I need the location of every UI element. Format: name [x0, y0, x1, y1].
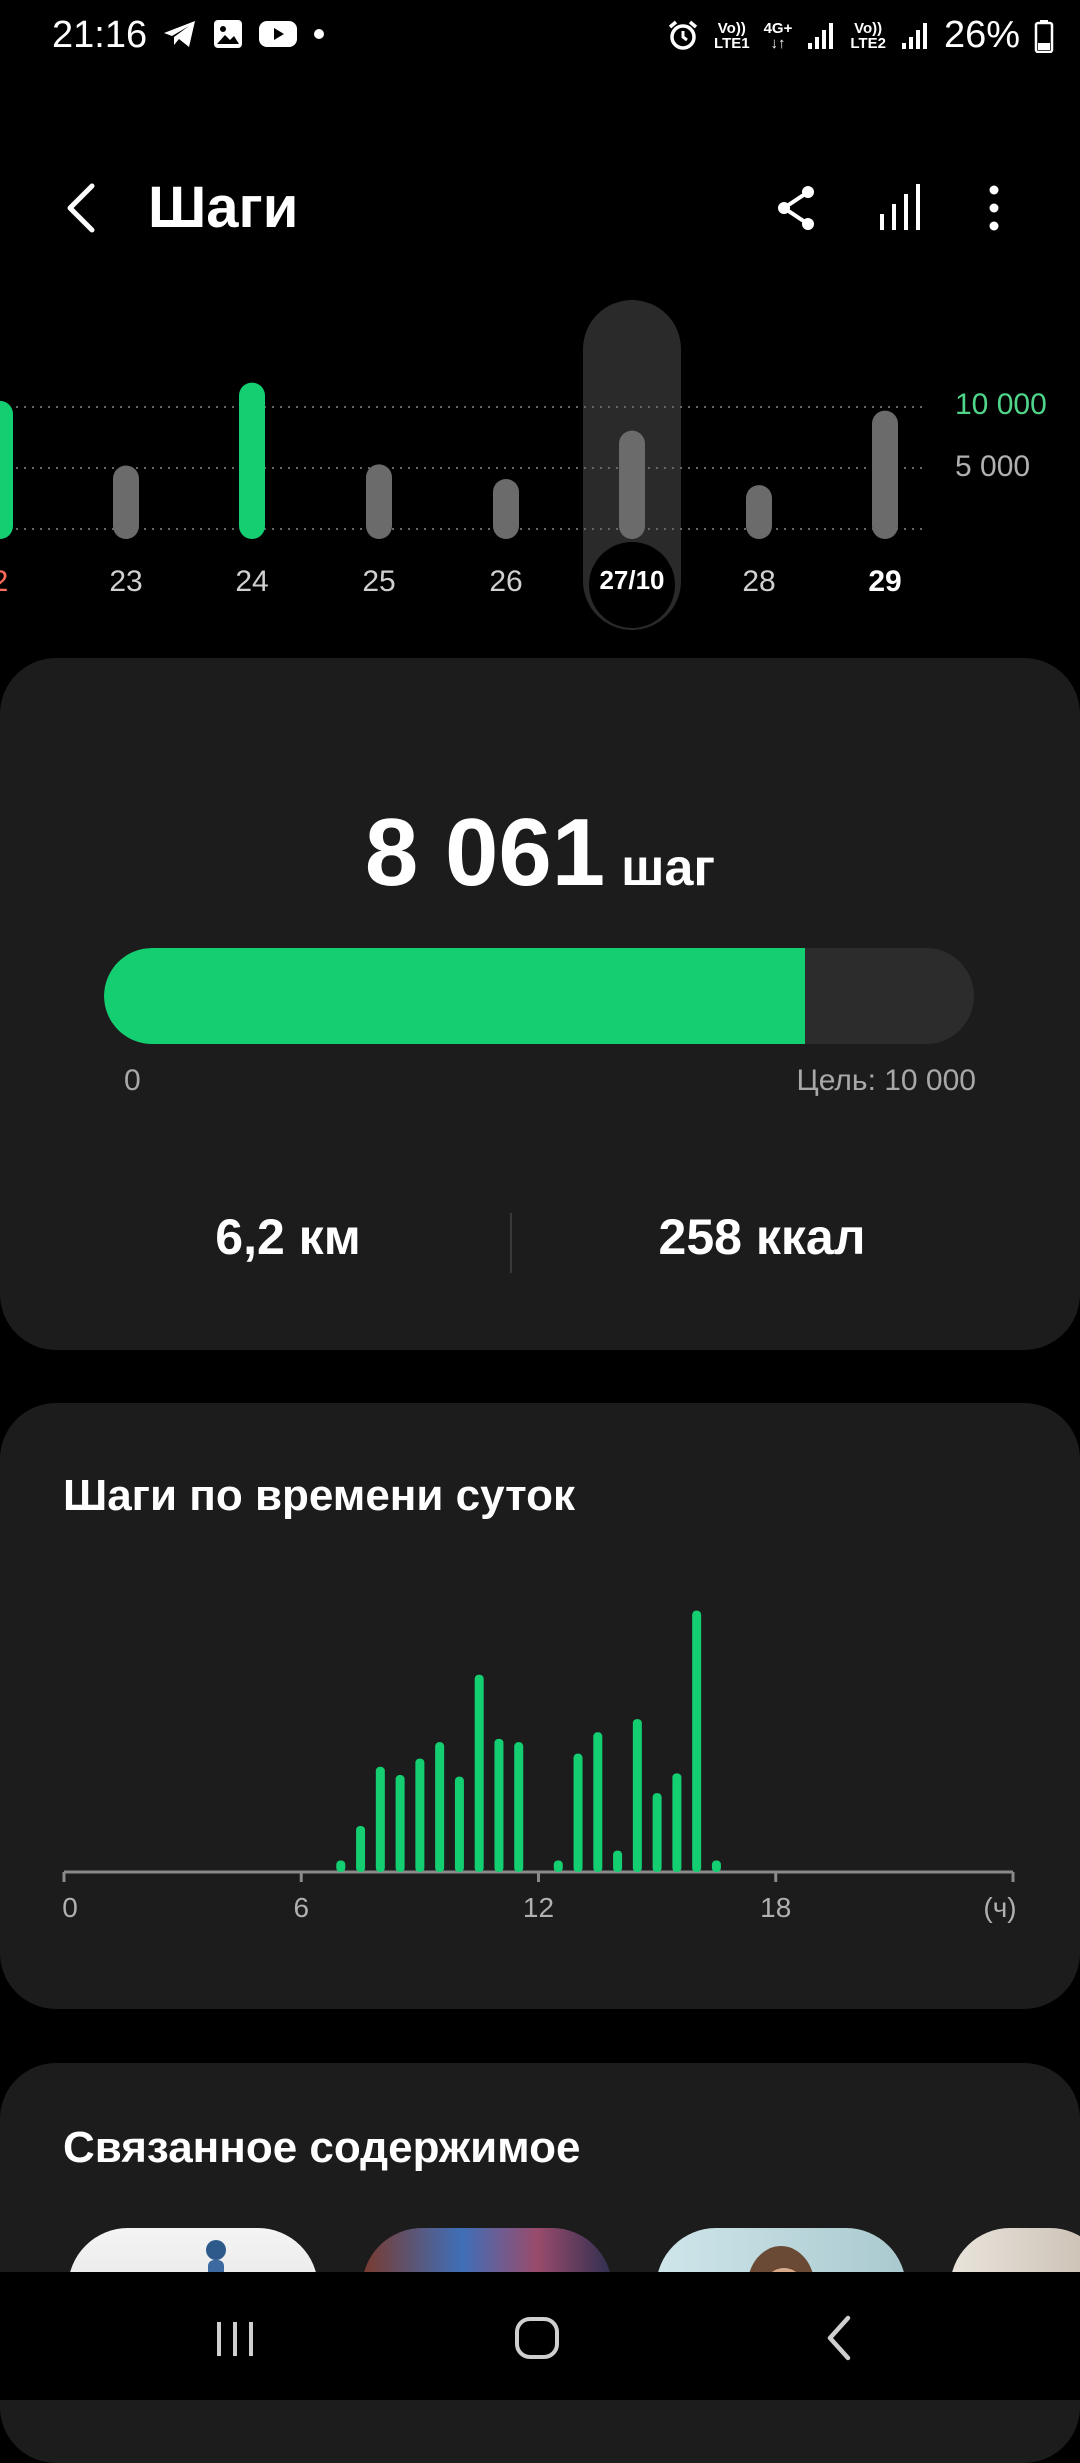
system-navigation-bar — [0, 2272, 1080, 2400]
day-label[interactable]: 2 — [0, 565, 40, 599]
steps-progress-bar — [104, 948, 974, 1044]
steps-summary-card: 8 061 шаг 0 Цель: 10 000 6,2 км 258 ккал — [0, 658, 1080, 1350]
hourly-bar — [375, 1766, 385, 1872]
day-bar[interactable] — [239, 382, 265, 539]
hourly-bar — [514, 1742, 524, 1872]
hourly-x-tick-label: 0 — [62, 1892, 78, 1923]
steps-unit: шаг — [621, 839, 716, 897]
app-header: Шаги — [0, 150, 1080, 270]
hourly-x-tick-label: (ч) — [983, 1892, 1016, 1923]
day-bar[interactable] — [493, 478, 519, 539]
day-label[interactable]: 26 — [466, 565, 546, 599]
status-notifications — [162, 18, 326, 50]
goal-line-label: 10 000 — [955, 388, 1047, 421]
sim2-indicator: Vo)) LTE2 — [850, 19, 886, 52]
hourly-bar — [494, 1738, 504, 1872]
hourly-bar — [613, 1850, 623, 1872]
signal-icon — [808, 22, 834, 49]
day-label[interactable]: 28 — [719, 565, 799, 599]
mid-line-label: 5 000 — [955, 450, 1031, 483]
dot-icon — [314, 29, 324, 39]
signal-icon — [901, 22, 927, 49]
network-indicator: 4G+ ↓↑ — [763, 19, 793, 52]
home-icon[interactable] — [497, 2302, 577, 2372]
battery-icon — [1034, 19, 1054, 53]
hourly-bar — [454, 1776, 464, 1872]
hourly-bar — [336, 1860, 346, 1872]
gallery-icon — [214, 20, 242, 48]
related-section-title: Связанное содержимое — [63, 2123, 581, 2172]
day-label[interactable]: 27/10 — [592, 565, 672, 596]
sim1-indicator: Vo)) LTE1 — [714, 19, 750, 52]
status-time: 21:16 — [52, 14, 148, 56]
day-bar[interactable] — [872, 410, 898, 539]
calories-value: 258 ккал — [658, 1209, 866, 1265]
bar-chart-icon[interactable] — [870, 178, 930, 238]
hourly-bar — [553, 1860, 563, 1872]
progress-goal-label: Цель: 10 000 — [796, 1064, 976, 1097]
page-title: Шаги — [148, 175, 299, 240]
stats-divider — [510, 1213, 512, 1273]
steps-count: 8 061 — [364, 799, 606, 906]
hourly-bar — [711, 1860, 721, 1872]
day-label[interactable]: 25 — [339, 565, 419, 599]
status-bar: 21:16 Vo)) LTE1 4G+ ↓↑ Vo)) LTE2 26% — [0, 0, 1080, 80]
hourly-bar — [356, 1825, 366, 1872]
day-bar[interactable] — [113, 465, 139, 539]
day-bar[interactable] — [0, 400, 13, 539]
youtube-icon — [259, 21, 297, 47]
day-label[interactable]: 23 — [86, 565, 166, 599]
hourly-bar — [395, 1775, 405, 1872]
hourly-bar — [573, 1753, 583, 1872]
alarm-icon — [668, 20, 698, 50]
hourly-steps-chart: 0 6 12 18 (ч) — [62, 1610, 1017, 1923]
steps-progress-fill — [104, 948, 806, 1044]
hourly-bar — [652, 1793, 662, 1872]
hourly-bar — [672, 1773, 682, 1872]
day-label[interactable]: 29 — [845, 565, 925, 599]
hourly-x-tick-label: 6 — [293, 1892, 309, 1923]
hourly-bar — [474, 1674, 484, 1872]
day-bar[interactable] — [746, 485, 772, 539]
hourly-bar — [632, 1719, 642, 1872]
back-arrow-icon[interactable] — [54, 178, 114, 238]
day-bar[interactable] — [619, 430, 645, 539]
hourly-bar — [435, 1742, 445, 1872]
telegram-icon — [164, 21, 195, 47]
day-label[interactable]: 24 — [212, 565, 292, 599]
hourly-x-tick-label: 12 — [523, 1892, 554, 1923]
share-icon[interactable] — [766, 178, 826, 238]
more-vert-icon[interactable] — [964, 178, 1024, 238]
hourly-steps-card[interactable]: Шаги по времени суток 0 6 12 18 (ч) — [0, 1403, 1080, 2009]
weekly-steps-chart[interactable]: 10 000 5 000 2 23 24 25 26 27/10 28 29 — [0, 295, 1080, 635]
hourly-x-tick-label: 18 — [760, 1892, 791, 1923]
hourly-bar — [593, 1732, 603, 1872]
battery-percent: 26% — [943, 14, 1020, 56]
day-bar[interactable] — [366, 464, 392, 539]
distance-value: 6,2 км — [215, 1209, 361, 1265]
steps-total: 8 061 шаг — [0, 798, 1080, 908]
hourly-bar — [692, 1610, 702, 1872]
status-system-icons: Vo)) LTE1 4G+ ↓↑ Vo)) LTE2 26% — [666, 14, 1054, 57]
hourly-bar — [415, 1758, 425, 1872]
recents-icon[interactable] — [195, 2302, 275, 2372]
back-icon[interactable] — [800, 2302, 880, 2372]
progress-min-label: 0 — [124, 1064, 141, 1097]
